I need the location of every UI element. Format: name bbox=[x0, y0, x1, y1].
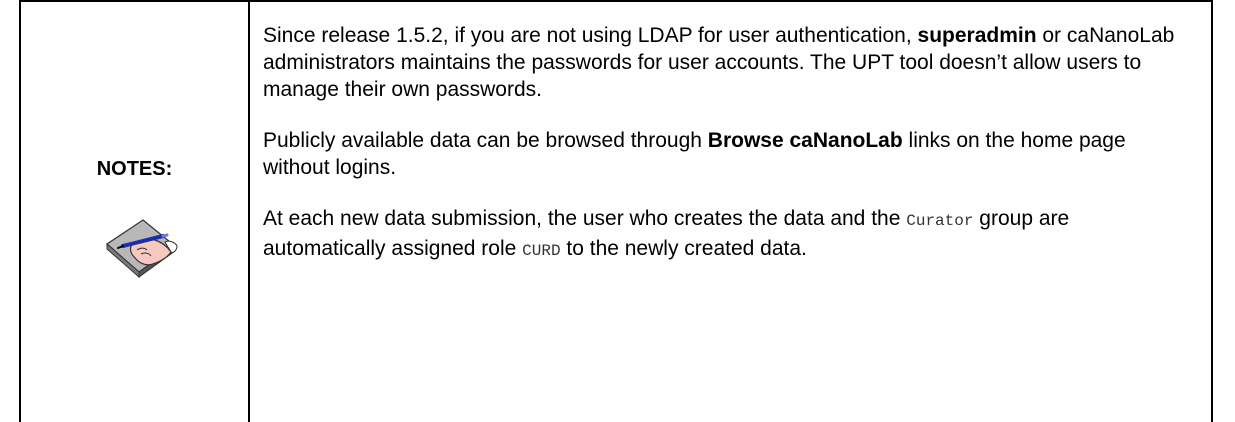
column-divider bbox=[248, 2, 250, 422]
note-text: to the newly created data. bbox=[560, 237, 807, 260]
browse-cananolab-label: Browse caNanoLab bbox=[707, 129, 903, 152]
note-text: Publicly available data can be browsed t… bbox=[263, 129, 708, 152]
note-paragraph-release: Since release 1.5.2, if you are not usin… bbox=[263, 22, 1193, 103]
notepad-pen-icon bbox=[106, 219, 178, 279]
curator-group-code: Curator bbox=[906, 212, 974, 230]
note-text: Since release 1.5.2, if you are not usin… bbox=[263, 24, 918, 47]
note-paragraph-submission: At each new data submission, the user wh… bbox=[263, 205, 1193, 265]
notes-content: Since release 1.5.2, if you are not usin… bbox=[263, 22, 1193, 289]
curd-role-code: CURD bbox=[522, 242, 561, 260]
notes-label: NOTES: bbox=[96, 158, 173, 180]
notes-box: NOTES: Since release 1.5.2, if you are n… bbox=[19, 0, 1213, 422]
note-text: At each new data submission, the user wh… bbox=[263, 207, 907, 230]
note-paragraph-browse: Publicly available data can be browsed t… bbox=[263, 127, 1193, 181]
superadmin-label: superadmin bbox=[917, 24, 1037, 47]
notes-label-cell: NOTES: bbox=[21, 2, 248, 422]
